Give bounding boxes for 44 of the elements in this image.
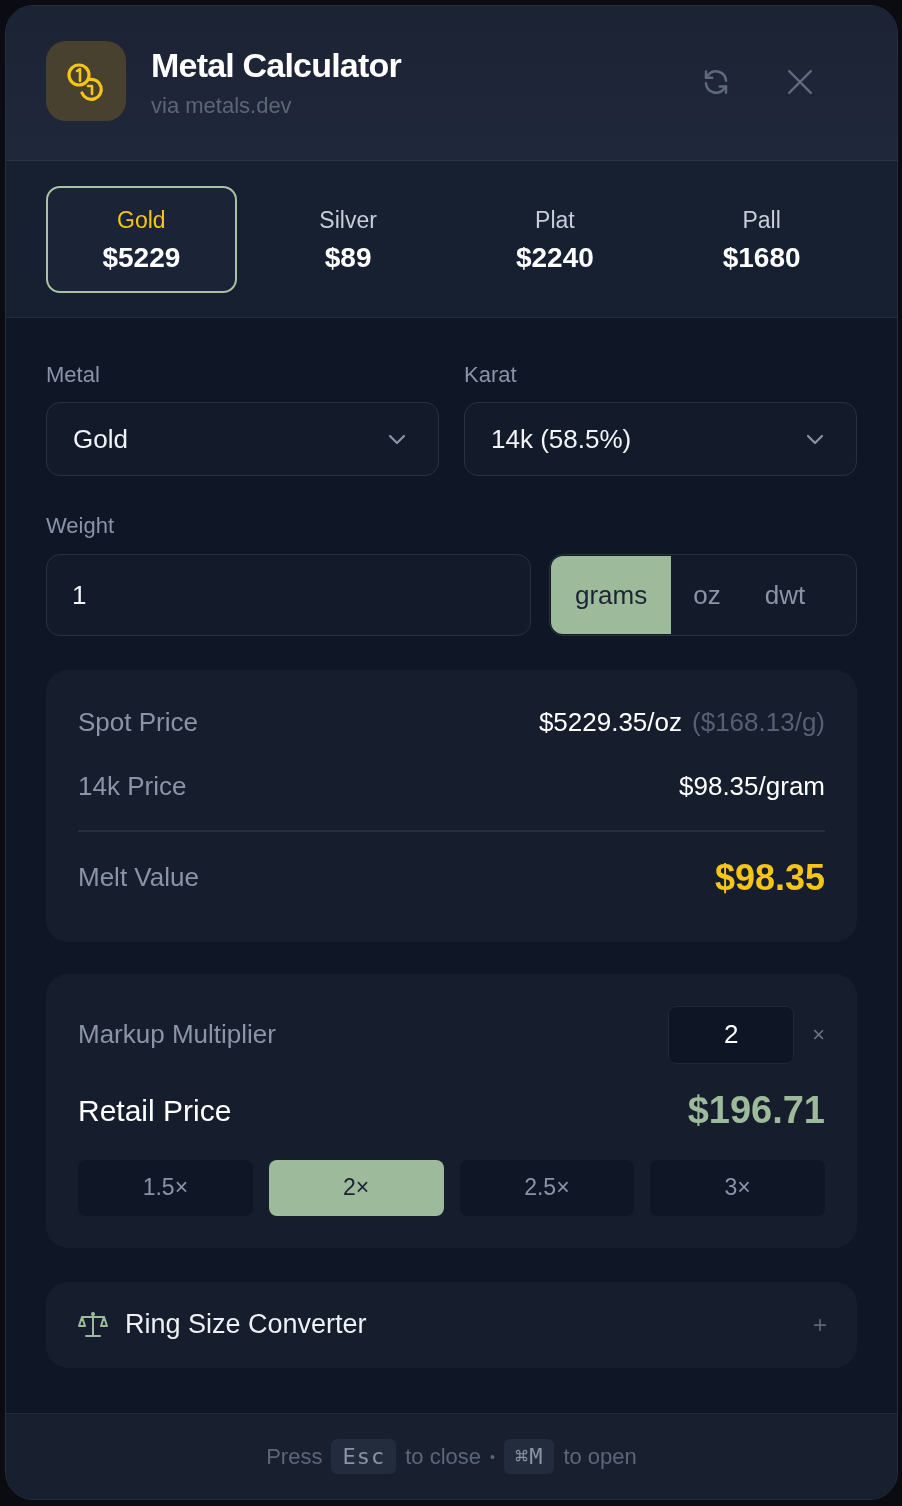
price-label: 14k Price [78,770,187,802]
coins-icon [46,40,126,121]
multiplier-preset-button[interactable]: 3× [650,1159,825,1216]
separator-dot: • [490,1448,495,1465]
multiplier-preset-button[interactable]: 2.5× [459,1159,635,1216]
dropdown-select[interactable]: 14k (58.5%) [464,402,857,476]
price-value: $98.35/gram [679,770,825,802]
hint-text: to close [405,1443,481,1470]
unit-option[interactable]: oz [671,556,743,634]
price-value: $5229.35/oz [538,706,682,738]
dropdown-select[interactable]: Gold [46,402,439,476]
metal-price-tab[interactable]: Gold $5229 [46,186,237,293]
metal-price-tab[interactable]: Silver $89 [252,186,444,293]
app-title: Metal Calculator [151,45,401,85]
keyboard-key: Esc [331,1439,397,1474]
unit-option[interactable]: dwt [742,556,828,634]
keyboard-key: ⌘M [503,1439,555,1474]
multiplier-preset-button[interactable]: 2× [268,1159,444,1216]
multiplier-sign: × [812,1021,825,1048]
markup-label: Markup Multiplier [78,1019,276,1050]
chevron-down-icon [806,433,824,445]
multiplier-input-field[interactable]: 2 [668,1005,795,1064]
price-per-gram-note: ($168.13/g) [692,706,825,738]
ring-size-converter-row[interactable]: Ring Size Converter + [46,1281,857,1368]
hint-text: to open [563,1443,637,1470]
weight-input-field[interactable]: 1 [46,554,531,636]
retail-price-amount: $196.71 [687,1089,825,1132]
retail-price-label: Retail Price [78,1093,232,1128]
melt-value-label: Melt Value [78,862,199,893]
data-source-text: via metals.dev [151,93,293,119]
field-label: Metal [46,362,101,388]
close-icon [787,69,813,95]
price-label: Spot Price [78,706,198,738]
field-label: Karat [464,362,518,388]
field-label: Weight [46,513,116,539]
unit-option[interactable]: grams [551,556,672,634]
melt-value-amount: $98.35 [714,856,825,899]
metal-price-tab[interactable]: Plat $2240 [459,186,651,293]
multiplier-preset-button[interactable]: 1.5× [78,1159,253,1216]
ring-size-converter-label: Ring Size Converter [125,1309,367,1340]
chevron-down-icon [388,433,406,445]
metal-price-tab[interactable]: Pall $1680 [666,186,857,293]
hint-text: Press [266,1443,323,1470]
balance-scale-icon [78,1310,108,1339]
